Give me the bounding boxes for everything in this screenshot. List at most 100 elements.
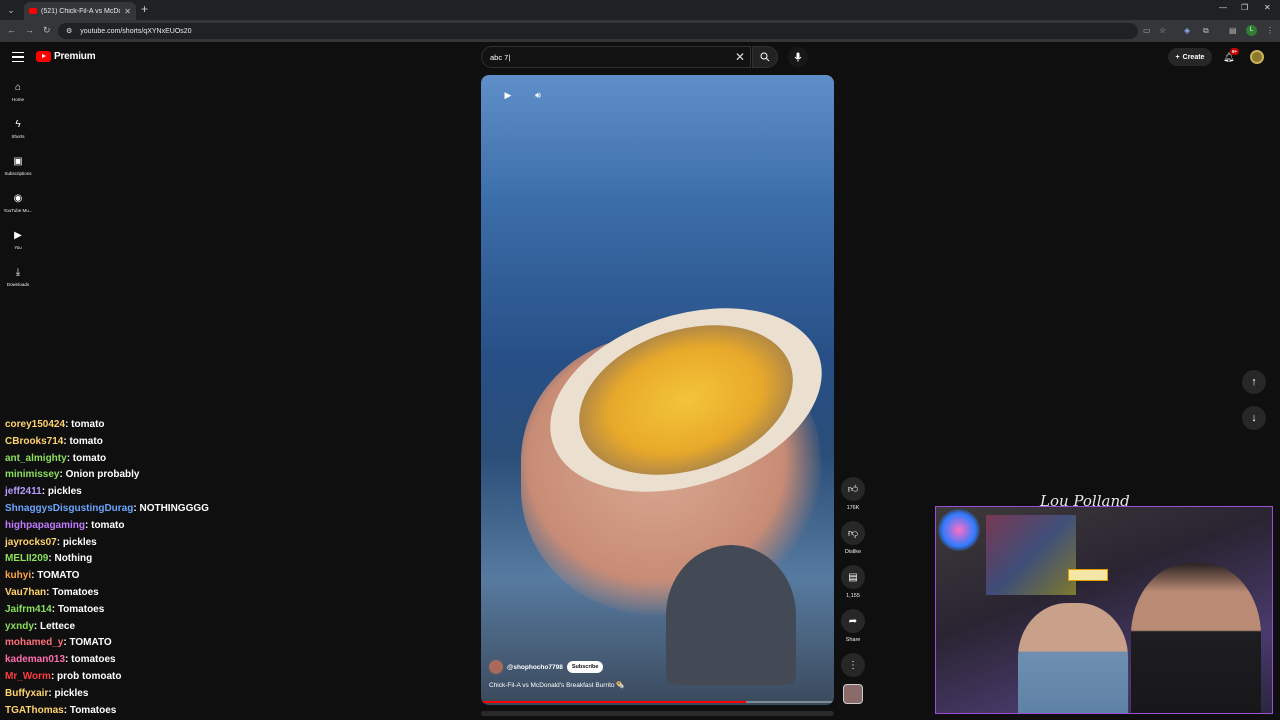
- chat-text: Onion probably: [65, 469, 140, 481]
- chat-username[interactable]: Vau7han: [5, 587, 46, 598]
- previous-short-button[interactable]: ↑: [1242, 370, 1266, 394]
- more-options-icon[interactable]: ⋮: [841, 653, 865, 677]
- sidepanel-icon[interactable]: ▤: [1229, 26, 1237, 35]
- search-button[interactable]: [752, 46, 778, 68]
- site-info-icon[interactable]: ⚙: [66, 27, 72, 35]
- chat-username[interactable]: MELII209: [5, 553, 48, 564]
- chat-overlay: corey150424: tomato CBrooks714: tomato ant…: [5, 418, 335, 720]
- profile-avatar[interactable]: L: [1246, 25, 1257, 36]
- chat-username[interactable]: jayrocks07: [5, 537, 57, 548]
- subscribe-button[interactable]: Subscribe: [566, 661, 604, 673]
- chat-username[interactable]: mohamed_y: [5, 637, 63, 648]
- dislike-icon[interactable]: 👎︎: [841, 521, 865, 545]
- reload-icon[interactable]: ↻: [43, 25, 51, 36]
- chat-username[interactable]: kuhyi: [5, 570, 31, 581]
- chat-text: tomato: [72, 452, 107, 464]
- volume-icon[interactable]: 🔊︎: [525, 87, 551, 103]
- sidebar-item-youtube-music[interactable]: ◉ YouTube Mu...: [0, 193, 36, 213]
- browser-tab[interactable]: (521) Chick-Fil-A vs McDonald's ✕: [24, 2, 136, 20]
- chat-text: pickles: [54, 687, 89, 699]
- chat-username[interactable]: highpapagaming: [5, 520, 85, 531]
- bookmark-star-icon[interactable]: ☆: [1159, 26, 1166, 35]
- chat-username[interactable]: CBrooks714: [5, 436, 63, 447]
- next-video-preview: [481, 711, 834, 716]
- hamburger-menu-icon[interactable]: [12, 52, 24, 62]
- create-button[interactable]: + Create: [1168, 48, 1212, 66]
- comments-action[interactable]: ▤ 1,155: [840, 565, 866, 599]
- tab-search-icon[interactable]: ⌄: [4, 3, 18, 17]
- you-icon: ▶: [14, 230, 22, 241]
- restore-icon[interactable]: ❐: [1241, 3, 1248, 12]
- next-short-button[interactable]: ↓: [1242, 406, 1266, 430]
- wall-sign-image: [1068, 569, 1108, 581]
- clear-search-icon[interactable]: ✕: [735, 50, 745, 64]
- chat-username[interactable]: ShnaggysDisgustingDurag: [5, 503, 133, 514]
- like-icon[interactable]: 👍︎: [841, 477, 865, 501]
- logo-text: Premium: [54, 51, 96, 62]
- sidebar-item-you[interactable]: ▶ You: [0, 230, 36, 250]
- channel-name[interactable]: @shophocho7798: [507, 664, 563, 671]
- chat-username[interactable]: Jaifrm414: [5, 604, 52, 615]
- dislike-action[interactable]: 👎︎ Dislike: [840, 521, 866, 555]
- chat-message: Buffyxair: pickles: [5, 687, 335, 704]
- chat-message: TGAThomas: Tomatoes: [5, 704, 335, 720]
- chat-message: Jaifrm414: Tomatoes: [5, 603, 335, 620]
- chat-username[interactable]: kademan013: [5, 654, 65, 665]
- kebab-menu-icon[interactable]: ⋮: [1266, 26, 1274, 35]
- shorts-video-player[interactable]: ▶ 🔊︎ @shophocho7798 Subscribe Chick-Fil-…: [481, 75, 834, 705]
- chat-username[interactable]: TGAThomas: [5, 705, 64, 716]
- extension-icon[interactable]: ◈: [1184, 26, 1190, 35]
- like-action[interactable]: 👍︎ 176K: [840, 477, 866, 511]
- video-title[interactable]: Chick-Fil-A vs McDonald's Breakfast Burr…: [489, 681, 624, 689]
- chat-message: MELII209: Nothing: [5, 552, 335, 569]
- wall-art-image: [986, 515, 1076, 595]
- minimize-icon[interactable]: —: [1219, 3, 1227, 12]
- chat-username[interactable]: yxndy: [5, 621, 34, 632]
- sidebar-label: Subscriptions: [4, 171, 32, 176]
- forward-icon[interactable]: →: [25, 25, 34, 35]
- progress-fill: [481, 701, 746, 703]
- chat-username[interactable]: ant_almighty: [5, 453, 67, 464]
- voice-search-button[interactable]: [788, 47, 808, 67]
- channel-avatar[interactable]: [489, 660, 503, 674]
- chat-username[interactable]: Mr_Worm: [5, 671, 51, 682]
- chat-username[interactable]: minimissey: [5, 469, 59, 480]
- comment-icon[interactable]: ▤: [841, 565, 865, 589]
- chat-username[interactable]: corey150424: [5, 419, 65, 430]
- sidebar-label: Shorts: [11, 134, 25, 139]
- back-icon[interactable]: ←: [7, 25, 16, 35]
- new-tab-icon[interactable]: +: [141, 2, 148, 16]
- share-icon[interactable]: ➦: [841, 609, 865, 633]
- chat-username[interactable]: jeff2411: [5, 486, 42, 497]
- address-bar[interactable]: ⚙ youtube.com/shorts/qXYNxEUOs20: [58, 23, 1138, 39]
- chat-text: pickles: [47, 486, 82, 498]
- chat-text: NOTHINGGGG: [139, 502, 209, 514]
- share-label: Share: [845, 637, 861, 643]
- close-tab-icon[interactable]: ✕: [124, 7, 131, 16]
- sidebar-item-shorts[interactable]: ϟ Shorts: [0, 119, 36, 139]
- sidebar-label: YouTube Mu...: [3, 208, 33, 213]
- arrow-up-icon: ↑: [1251, 376, 1257, 388]
- extensions-puzzle-icon[interactable]: ⧉: [1203, 26, 1209, 36]
- share-action[interactable]: ➦ Share: [840, 609, 866, 643]
- account-avatar[interactable]: [1250, 50, 1264, 64]
- play-icon[interactable]: ▶: [495, 87, 521, 103]
- close-window-icon[interactable]: ✕: [1264, 3, 1271, 12]
- arrow-down-icon: ↓: [1251, 412, 1257, 424]
- sidebar-item-home[interactable]: ⌂ Home: [0, 82, 36, 102]
- chat-message: ShnaggysDisgustingDurag: NOTHINGGGG: [5, 502, 335, 519]
- chat-username[interactable]: Buffyxair: [5, 688, 48, 699]
- chat-text: tomatoes: [71, 654, 116, 666]
- shorts-icon: ϟ: [15, 119, 21, 130]
- more-action[interactable]: ⋮: [840, 653, 866, 677]
- progress-bar[interactable]: [481, 701, 834, 703]
- search-query: abc 7|: [490, 52, 511, 62]
- search-icon: [760, 52, 770, 62]
- sidebar-item-downloads[interactable]: ⤓ Downloads: [0, 267, 36, 287]
- youtube-premium-logo[interactable]: Premium: [36, 51, 96, 62]
- search-input[interactable]: abc 7|: [481, 46, 751, 68]
- sound-thumbnail[interactable]: [843, 684, 863, 704]
- sidebar-item-subscriptions[interactable]: ▣ Subscriptions: [0, 156, 36, 176]
- install-app-icon[interactable]: ▭: [1143, 26, 1151, 35]
- streamer-left-image: [1018, 603, 1128, 713]
